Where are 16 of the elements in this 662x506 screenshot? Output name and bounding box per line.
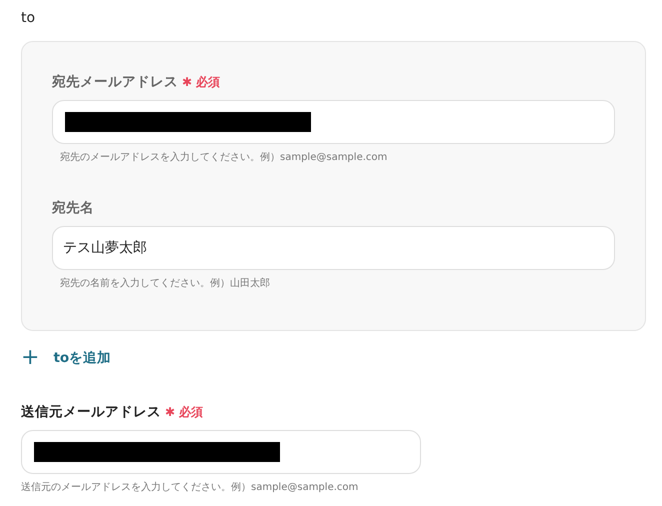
field-hint: 宛先のメールアドレスを入力してください。例）sample@sample.com <box>60 150 388 164</box>
field-label: 宛先メールアドレス <box>52 73 178 91</box>
required-tag: 必須 <box>196 74 220 90</box>
required-mark: ✱ <box>165 405 176 419</box>
add-to-button[interactable]: + toを追加 <box>21 347 112 369</box>
field-hint: 宛先の名前を入力してください。例）山田太郎 <box>60 276 271 290</box>
required-tag: 必須 <box>179 404 204 420</box>
input-field[interactable]: テス山夢太郎 <box>52 226 615 270</box>
input-field[interactable] <box>21 430 421 474</box>
field-hint: 送信元のメールアドレスを入力してください。例）sample@sample.com <box>21 480 360 494</box>
section-label: to <box>21 10 36 28</box>
input-field[interactable] <box>52 100 615 144</box>
required-mark: ✱ <box>182 75 192 89</box>
plus-icon: + <box>21 347 40 369</box>
field-label: 宛先名 <box>52 199 94 217</box>
field-label: 送信元メールアドレス <box>21 403 161 421</box>
